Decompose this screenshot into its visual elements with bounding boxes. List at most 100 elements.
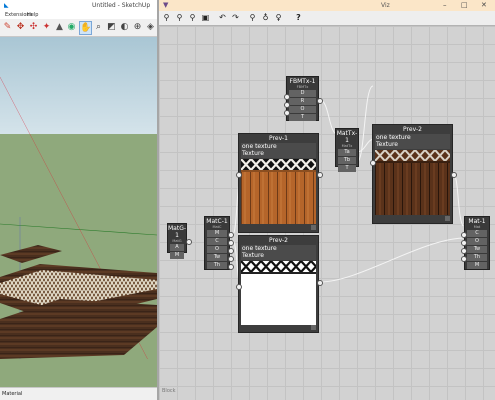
walk-icon[interactable]: ◐ (119, 21, 130, 33)
orbit-icon[interactable]: ◉ (66, 21, 77, 33)
node-subtitle: Mat (473, 225, 481, 229)
input-pin[interactable] (461, 232, 467, 238)
bulb-outline-icon[interactable]: ♀ (273, 12, 284, 24)
preview-title: Prev-1 (269, 135, 288, 142)
output-pin[interactable] (228, 240, 234, 246)
sketchup-titlebar: ◣ Untitled - SketchUp (0, 0, 157, 11)
preview-label: one texture Texture (241, 245, 316, 260)
output-pin[interactable] (317, 280, 323, 286)
port-t[interactable]: T (338, 165, 356, 172)
viz-logo-icon: ▼ (163, 1, 169, 9)
viz-titlebar: ▼ Viz – □ ✕ (159, 0, 495, 11)
output-pin[interactable] (451, 172, 457, 178)
viz-window-title: Viz (381, 2, 390, 9)
output-pin[interactable] (186, 239, 192, 245)
port-tw[interactable]: Tw (207, 254, 227, 261)
preview-label: one texture Texture (375, 134, 450, 149)
port-m[interactable]: M (170, 252, 184, 259)
sketchup-toolbar: ✎ ✥ ✣ ✦ ▲ ◉ ✋ ⌕ ◩ ◐ ⊕ ◈ (0, 19, 157, 37)
preview-line2: Texture (242, 150, 264, 157)
minimize-icon[interactable]: – (443, 1, 447, 9)
viz-footer-label: Block (162, 388, 176, 394)
move-icon[interactable]: ✥ (15, 21, 26, 33)
node-graph-canvas[interactable]: FBMTx-1 FBMTx D R O T MatTx-1 MatTx Ta T… (159, 26, 495, 400)
port-c[interactable]: C (207, 238, 227, 245)
node-matc[interactable]: MatC-1 MatC M C O Tw Th (204, 216, 230, 270)
node-title: MatTx-1 (336, 130, 358, 144)
sketchup-viewport[interactable] (0, 37, 157, 387)
pan-icon[interactable]: ✋ (79, 21, 92, 35)
sketchup-menubar: Extensions Help (0, 11, 157, 19)
save-icon[interactable]: ▣ (200, 12, 211, 24)
output-pin[interactable] (228, 232, 234, 238)
tape-icon[interactable]: ▲ (54, 21, 65, 33)
redo-icon[interactable]: ↷ (230, 12, 241, 24)
input-pin[interactable] (236, 284, 242, 290)
input-pin[interactable] (236, 172, 242, 178)
preview-line1: one texture (242, 245, 277, 252)
port-m[interactable]: M (467, 262, 487, 269)
zoom-fit-icon[interactable]: ⚲ (187, 12, 198, 24)
preview-prev2-dark[interactable]: Prev-2 one texture Texture (372, 124, 453, 224)
port-o[interactable]: O (207, 246, 227, 253)
texture-preview-dark-wood (375, 150, 450, 215)
node-fbmtx[interactable]: FBMTx-1 FBMTx D R O T (286, 76, 319, 121)
sketchup-logo-icon: ◣ (4, 2, 9, 9)
rotate-icon[interactable]: ✣ (28, 21, 39, 33)
input-pin[interactable] (284, 110, 290, 116)
node-mat[interactable]: Mat-1 Mat C O Tw Th M (464, 216, 490, 270)
zoom-icon[interactable]: ⌕ (93, 21, 104, 33)
node-matg[interactable]: MatG-1 MatG A M (167, 223, 187, 259)
port-t[interactable]: T (289, 114, 316, 121)
output-pin[interactable] (228, 256, 234, 262)
input-pin[interactable] (461, 256, 467, 262)
offset-icon[interactable]: ✦ (41, 21, 52, 33)
port-tw[interactable]: Tw (467, 246, 487, 253)
undo-icon[interactable]: ↶ (217, 12, 228, 24)
camera-icon[interactable]: ✎ (2, 21, 13, 33)
close-icon[interactable]: ✕ (481, 1, 487, 9)
port-th[interactable]: Th (467, 254, 487, 261)
dimension-icon[interactable]: ◈ (145, 21, 156, 33)
texture-preview-wood (241, 159, 316, 224)
node-subtitle: MatTx (341, 144, 353, 148)
help-icon[interactable]: ? (293, 12, 304, 24)
port-d[interactable]: D (289, 90, 316, 97)
port-c[interactable]: C (467, 230, 487, 237)
input-pin[interactable] (461, 248, 467, 254)
preview-label: one texture Texture (241, 143, 316, 158)
resize-grip-icon[interactable] (311, 225, 316, 230)
bulb-icon[interactable]: ♁ (260, 12, 271, 24)
resize-grip-icon[interactable] (311, 325, 316, 330)
port-th[interactable]: Th (207, 262, 227, 269)
input-pin[interactable] (284, 94, 290, 100)
preview-prev1[interactable]: Prev-1 one texture Texture (238, 133, 319, 233)
port-r[interactable]: R (289, 98, 316, 105)
section-icon[interactable]: ⊕ (132, 21, 143, 33)
input-pin[interactable] (284, 102, 290, 108)
menu-help[interactable]: Help (27, 12, 38, 18)
search-icon[interactable]: ⚲ (247, 12, 258, 24)
output-pin[interactable] (317, 98, 323, 104)
output-pin[interactable] (317, 172, 323, 178)
port-o[interactable]: O (467, 238, 487, 245)
maximize-icon[interactable]: □ (461, 1, 468, 9)
input-pin[interactable] (461, 240, 467, 246)
zoom-in-icon[interactable]: ⚲ (161, 12, 172, 24)
port-ta[interactable]: Ta (338, 149, 356, 156)
zoom-out-icon[interactable]: ⚲ (174, 12, 185, 24)
input-pin[interactable] (370, 160, 376, 166)
viz-window: ▼ Viz – □ ✕ ⚲ ⚲ ⚲ ▣ ↶ ↷ ⚲ ♁ ♀ ? FBMTx-1 … (157, 0, 495, 400)
port-a[interactable]: A (170, 244, 184, 251)
output-pin[interactable] (228, 264, 234, 270)
viz-toolbar: ⚲ ⚲ ⚲ ▣ ↶ ↷ ⚲ ♁ ♀ ? (159, 11, 495, 26)
preview-title: Prev-2 (269, 237, 288, 244)
output-pin[interactable] (228, 248, 234, 254)
zoom-extents-icon[interactable]: ◩ (106, 21, 117, 33)
port-o[interactable]: O (289, 106, 316, 113)
preview-prev2[interactable]: Prev-2 one texture Texture (238, 235, 319, 333)
port-m[interactable]: M (207, 230, 227, 237)
node-mattx[interactable]: MatTx-1 MatTx Ta Tb T (335, 128, 359, 172)
resize-grip-icon[interactable] (445, 216, 450, 221)
port-tb[interactable]: Tb (338, 157, 356, 164)
